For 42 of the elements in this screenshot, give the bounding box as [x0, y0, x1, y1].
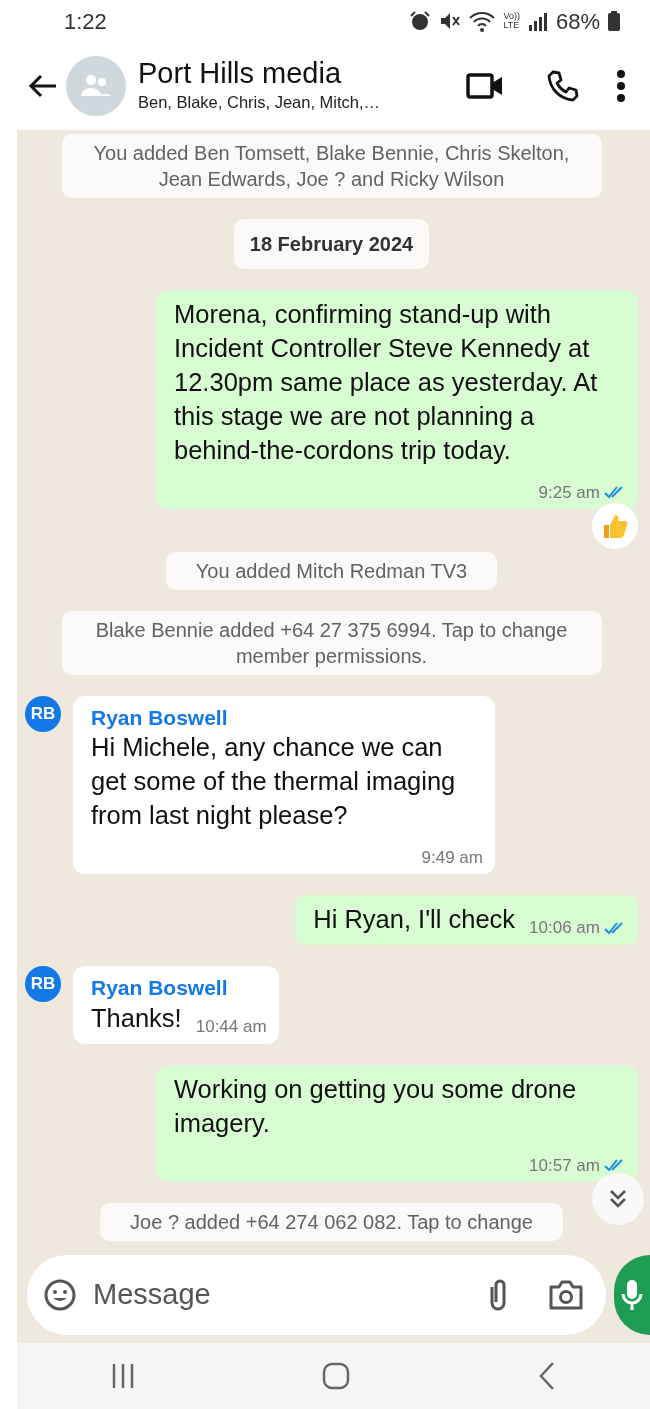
emoji-icon[interactable]	[43, 1278, 77, 1312]
message-text: Hi Michele, any chance we can get some of the thermal imaging from last night please?	[91, 732, 457, 832]
message-time: 10:06 am	[529, 919, 600, 937]
group-icon	[79, 74, 113, 98]
date-chip: 18 February 2024	[233, 219, 430, 269]
message-text: Thanks!	[91, 1003, 182, 1034]
camera-icon[interactable]	[548, 1279, 584, 1311]
sender-avatar[interactable]: RB	[25, 695, 61, 732]
clock-time: 1:22	[64, 7, 107, 36]
message-time: 9:49 am	[421, 849, 483, 867]
message-text: Working on getting you some drone imagery.	[174, 1073, 578, 1139]
message-text: Morena, confirming stand-up with Incident Controller Steve Kennedy at 12.30pm same place as yesterday. At this stage we are not planning a behind-the-cordons trip today.	[174, 299, 599, 466]
system-message: Blake Bennie added +64 27 375 6994. Tap to change member permissions.	[61, 610, 602, 675]
network-label: Vo)) LTE	[503, 12, 520, 30]
sender-avatar[interactable]: RB	[25, 966, 61, 1003]
chat-title[interactable]: Port Hills media	[138, 56, 450, 91]
message-time: 9:25 am	[538, 483, 600, 501]
back-chevron-icon	[538, 1361, 557, 1391]
message-time: 10:57 am	[529, 1156, 600, 1174]
system-message: You added Mitch Redman TV3	[165, 551, 498, 590]
system-message: Joe ? added +64 274 062 082. Tap to change	[100, 1202, 563, 1241]
sender-name: Ryan Boswell	[91, 975, 229, 1002]
more-options-icon	[616, 68, 626, 104]
member-list: Ben, Blake, Chris, Jean, Mitch,…	[138, 90, 450, 116]
recent-apps-icon	[110, 1362, 135, 1390]
message-text: Hi Ryan, I'll check	[313, 904, 516, 936]
back-arrow-icon	[28, 73, 58, 99]
battery-icon	[608, 11, 620, 31]
alarm-icon	[409, 10, 432, 32]
wifi-icon	[469, 10, 496, 32]
system-message: You added Ben Tomsett, Blake Bennie, Chris Skelton, Jean Edwards, Joe ? and Ricky Wilson	[61, 134, 602, 198]
sender-name: Ryan Boswell	[91, 704, 229, 731]
home-icon	[322, 1362, 351, 1390]
composer-bar[interactable]: Message	[27, 1255, 606, 1335]
message-time: 10:44 am	[195, 1018, 267, 1035]
back-button[interactable]	[28, 73, 58, 99]
phone-icon	[546, 69, 580, 103]
signal-icon	[527, 11, 548, 31]
scroll-down-button[interactable]	[592, 1173, 644, 1225]
microphone-icon	[621, 1278, 643, 1312]
double-chevron-down-icon	[607, 1188, 629, 1210]
battery-level: 68%	[555, 7, 600, 36]
